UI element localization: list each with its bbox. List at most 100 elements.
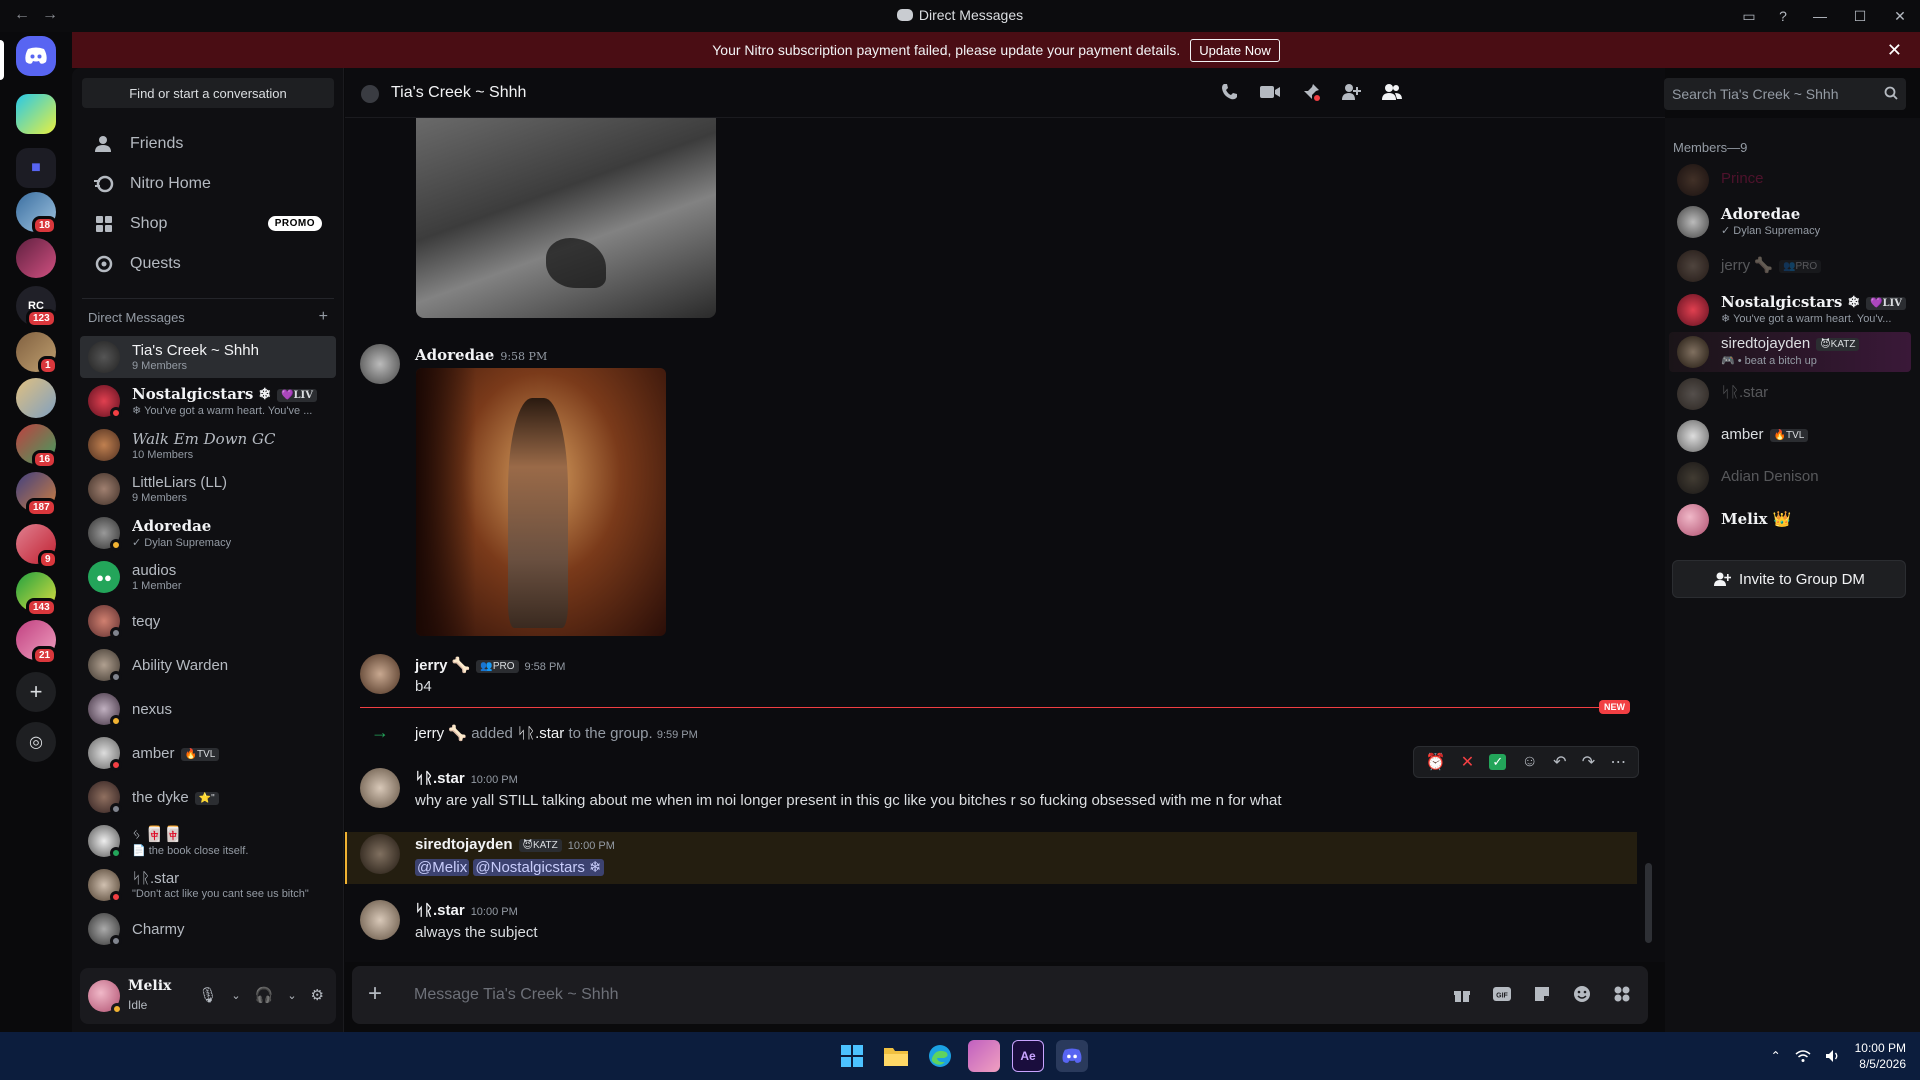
help-icon[interactable]: ? bbox=[1766, 0, 1800, 32]
scrollbar[interactable] bbox=[1645, 863, 1652, 943]
dm-item[interactable]: Ability Warden bbox=[80, 644, 336, 686]
close-window-button[interactable]: ✕ bbox=[1880, 0, 1920, 32]
start-icon[interactable] bbox=[836, 1040, 868, 1072]
dm-item[interactable]: Nostalgicstars ❄ 💜LIV ❄ You've got a warm … bbox=[80, 380, 336, 422]
avatar[interactable] bbox=[360, 654, 400, 694]
discover-button[interactable]: ◎ bbox=[16, 722, 56, 762]
member-item[interactable]: Nostalgicstars ❄ 💜LIV ❄ You've got a warm… bbox=[1669, 290, 1911, 330]
microphone-icon[interactable]: 🎙 bbox=[198, 986, 217, 1004]
member-item[interactable]: siredtojayden 😈KATZ 🎮 • beat a bitch up bbox=[1669, 332, 1911, 372]
dm-item[interactable]: amber 🔥TVL bbox=[80, 732, 336, 774]
apps-icon[interactable] bbox=[1612, 984, 1632, 1004]
message-author[interactable]: ᛋᚱ.star bbox=[415, 902, 465, 919]
member-item[interactable]: Adoredae ✓ Dylan Supremacy bbox=[1669, 202, 1911, 242]
dm-item[interactable]: ᛃ 🀄🀄 📄 the book close itself. bbox=[80, 820, 336, 862]
message-author[interactable]: jerry 🦴 bbox=[415, 657, 470, 674]
gift-icon[interactable] bbox=[1452, 984, 1472, 1004]
dm-item[interactable]: the dyke ⭐" bbox=[80, 776, 336, 818]
status-idle bbox=[110, 539, 122, 551]
update-now-button[interactable]: Update Now bbox=[1190, 38, 1280, 62]
dm-item[interactable]: ᛋᚱ.star "Don't act like you cant see us b… bbox=[80, 864, 336, 906]
dm-item[interactable]: Tia's Creek ~ Shhh 9 Members bbox=[80, 336, 336, 378]
member-item[interactable]: Adian Denison bbox=[1669, 458, 1911, 498]
invite-to-group-button[interactable]: Invite to Group DM bbox=[1672, 560, 1906, 598]
message-input[interactable] bbox=[414, 980, 1374, 1010]
dm-item[interactable]: Adoredae ✓ Dylan Supremacy bbox=[80, 512, 336, 554]
avatar bbox=[1677, 164, 1709, 196]
message-author[interactable]: Adoredae bbox=[415, 346, 494, 364]
image-attachment[interactable] bbox=[416, 368, 666, 636]
member-item[interactable]: ᛋᚱ.star bbox=[1669, 374, 1911, 414]
clock[interactable]: 10:00 PM 8/5/2026 bbox=[1855, 1040, 1906, 1072]
dm-item[interactable]: Walk Em Down GC 10 Members bbox=[80, 424, 336, 466]
minimize-button[interactable]: — bbox=[1800, 0, 1840, 32]
dm-item[interactable]: LittleLiars (LL) 9 Members bbox=[80, 468, 336, 510]
status-offline bbox=[110, 671, 122, 683]
chevron-down-icon[interactable]: ⌄ bbox=[287, 986, 296, 1004]
add-reaction-icon[interactable]: ☺ bbox=[1522, 753, 1538, 771]
image-attachment[interactable] bbox=[416, 118, 716, 318]
message-author[interactable]: ᛋᚱ.star bbox=[415, 770, 465, 787]
attach-plus-icon[interactable]: + bbox=[368, 982, 382, 1006]
video-icon[interactable] bbox=[1259, 82, 1281, 102]
nav-nitro-home[interactable]: Nitro Home bbox=[80, 164, 336, 204]
chevron-down-icon[interactable]: ⌄ bbox=[231, 986, 240, 1004]
check-icon[interactable]: ✓ bbox=[1489, 754, 1507, 770]
plus-icon[interactable]: + bbox=[319, 309, 328, 325]
add-server-button[interactable]: + bbox=[16, 672, 56, 712]
photos-app-icon[interactable] bbox=[968, 1040, 1000, 1072]
chevron-up-icon[interactable]: ⌃ bbox=[1771, 1049, 1781, 1063]
members-list-icon[interactable] bbox=[1381, 82, 1403, 102]
avatar[interactable] bbox=[360, 900, 400, 940]
user-name[interactable]: Melix bbox=[128, 978, 171, 994]
maximize-button[interactable]: ☐ bbox=[1840, 0, 1880, 32]
inbox-icon[interactable]: ▭ bbox=[1732, 0, 1766, 32]
home-button[interactable] bbox=[16, 36, 56, 76]
close-icon[interactable]: ✕ bbox=[1887, 40, 1902, 61]
dm-item[interactable]: teqy bbox=[80, 600, 336, 642]
wifi-icon[interactable] bbox=[1795, 1049, 1811, 1063]
find-conversation-button[interactable]: Find or start a conversation bbox=[82, 78, 334, 108]
discord-taskbar-icon[interactable] bbox=[1056, 1040, 1088, 1072]
more-icon[interactable]: ⋯ bbox=[1610, 752, 1626, 772]
avatar[interactable] bbox=[360, 768, 400, 808]
reply-icon[interactable]: ↶ bbox=[1553, 752, 1566, 772]
add-friend-icon[interactable] bbox=[1341, 82, 1361, 102]
member-item[interactable]: Melix 👑 bbox=[1669, 500, 1911, 540]
volume-icon[interactable] bbox=[1825, 1049, 1841, 1063]
sticker-icon[interactable] bbox=[1532, 984, 1552, 1004]
call-icon[interactable] bbox=[1219, 82, 1239, 102]
edge-icon[interactable] bbox=[924, 1040, 956, 1072]
server-icon[interactable] bbox=[16, 94, 56, 134]
nav-friends[interactable]: Friends bbox=[80, 124, 336, 164]
dm-item[interactable]: nexus bbox=[80, 688, 336, 730]
pin-icon[interactable] bbox=[1301, 82, 1321, 102]
gif-icon[interactable]: GIF bbox=[1492, 984, 1512, 1004]
dm-item[interactable]: Charmy bbox=[80, 908, 336, 950]
headphones-icon[interactable]: 🎧 bbox=[255, 986, 274, 1004]
nav-shop[interactable]: Shop PROMO bbox=[80, 204, 336, 244]
file-explorer-icon[interactable] bbox=[880, 1040, 912, 1072]
member-item[interactable]: Prince bbox=[1669, 160, 1911, 200]
forward-icon[interactable]: ↷ bbox=[1582, 752, 1595, 772]
join-arrow-icon: → bbox=[371, 722, 389, 742]
user-mention[interactable]: @Melix bbox=[415, 859, 470, 876]
emoji-icon[interactable] bbox=[1572, 984, 1592, 1004]
user-mention[interactable]: @Nostalgicstars ❄ bbox=[473, 859, 604, 876]
server-icon[interactable] bbox=[16, 378, 56, 418]
avatar[interactable] bbox=[360, 344, 400, 384]
member-item[interactable]: jerry 🦴 👥PRO bbox=[1669, 246, 1911, 286]
alarm-clock-icon[interactable]: ⏰ bbox=[1426, 752, 1446, 772]
gear-icon[interactable]: ⚙ bbox=[311, 986, 324, 1004]
server-folder[interactable]: ■ bbox=[16, 148, 56, 188]
search-input[interactable]: Search Tia's Creek ~ Shhh bbox=[1664, 78, 1906, 110]
avatar[interactable] bbox=[360, 834, 400, 874]
message-author[interactable]: siredtojayden bbox=[415, 836, 513, 853]
dm-item[interactable]: ●● audios 1 Member bbox=[80, 556, 336, 598]
nav-quests[interactable]: Quests bbox=[80, 244, 336, 284]
server-icon[interactable] bbox=[16, 238, 56, 278]
cross-icon[interactable]: ✕ bbox=[1461, 752, 1474, 772]
after-effects-icon[interactable]: Ae bbox=[1012, 1040, 1044, 1072]
status-offline bbox=[110, 627, 122, 639]
member-item[interactable]: amber 🔥TVL bbox=[1669, 416, 1911, 456]
